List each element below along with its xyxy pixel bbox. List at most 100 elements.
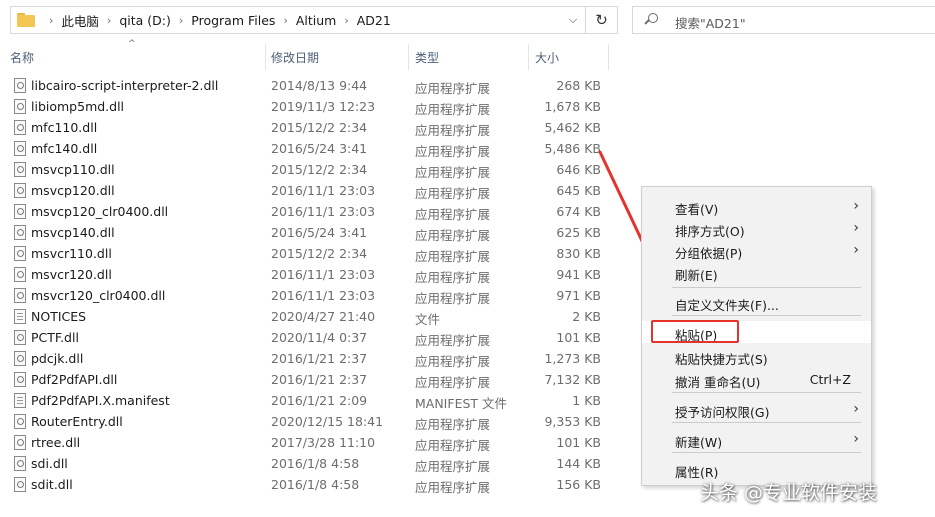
menu-item-label: 授予访问权限(G) (675, 405, 770, 420)
file-type: 应用程序扩展 (415, 165, 491, 180)
menu-item-customize-folder[interactable]: 自定义文件夹(F)... (642, 291, 871, 313)
file-date: 2016/1/21 2:09 (271, 393, 368, 408)
file-row[interactable]: mfc140.dll 2016/5/24 3:41 应用程序扩展 5,486 KB (0, 138, 620, 159)
file-size: 830 KB (556, 246, 601, 261)
menu-item-undo-rename[interactable]: 撤消 重命名(U) Ctrl+Z (642, 368, 871, 390)
file-size: 674 KB (556, 204, 601, 219)
menu-item-paste-shortcut[interactable]: 粘贴快捷方式(S) (642, 345, 871, 367)
file-type: 应用程序扩展 (415, 333, 491, 348)
menu-item-new[interactable]: 新建(W) › (642, 428, 871, 450)
file-type: 应用程序扩展 (415, 438, 491, 453)
menu-item-give-access[interactable]: 授予访问权限(G) › (642, 398, 871, 420)
chevron-right-icon[interactable]: › (49, 14, 53, 27)
file-date: 2015/12/2 2:34 (271, 120, 368, 135)
file-size: 625 KB (556, 225, 601, 240)
file-row[interactable]: msvcr120.dll 2016/11/1 23:03 应用程序扩展 941 KB (0, 264, 620, 285)
file-row[interactable]: PCTF.dll 2020/11/4 0:37 应用程序扩展 101 KB (0, 327, 620, 348)
paste-highlight-box (651, 320, 739, 343)
watermark: 头条 @专业软件安装 (700, 482, 878, 504)
file-type: 应用程序扩展 (415, 375, 491, 390)
chevron-right-icon[interactable]: › (179, 14, 183, 27)
dll-file-icon (14, 204, 26, 219)
file-date: 2016/11/1 23:03 (271, 267, 376, 282)
dll-file-icon (14, 330, 26, 345)
chevron-right-icon[interactable]: › (107, 14, 111, 27)
chevron-right-icon[interactable]: › (283, 14, 287, 27)
breadcrumb-program-files[interactable]: Program Files (191, 13, 275, 28)
breadcrumb-this-pc[interactable]: 此电脑 (61, 11, 99, 30)
file-type: 应用程序扩展 (415, 354, 491, 369)
file-type: 应用程序扩展 (415, 123, 491, 138)
file-type: 应用程序扩展 (415, 291, 491, 306)
folder-icon (17, 13, 35, 27)
file-size: 5,486 KB (544, 141, 601, 156)
chevron-right-icon[interactable]: › (344, 14, 348, 27)
file-row[interactable]: msvcp120.dll 2016/11/1 23:03 应用程序扩展 645 KB (0, 180, 620, 201)
file-row[interactable]: NOTICES 2020/4/27 21:40 文件 2 KB (0, 306, 620, 327)
address-bar[interactable]: › 此电脑 › qita (D:) › Program Files › Alti… (10, 6, 618, 34)
dll-file-icon (14, 267, 26, 282)
file-row[interactable]: Pdf2PdfAPI.X.manifest 2016/1/21 2:09 MANIF… (0, 390, 620, 411)
menu-item-group-by[interactable]: 分组依据(P) › (642, 239, 871, 261)
file-type: 应用程序扩展 (415, 249, 491, 264)
chevron-right-icon: › (853, 431, 859, 447)
search-input[interactable]: 搜索"AD21" (632, 6, 935, 34)
file-size: 268 KB (556, 78, 601, 93)
dll-file-icon (14, 162, 26, 177)
file-row[interactable]: mfc110.dll 2015/12/2 2:34 应用程序扩展 5,462 KB (0, 117, 620, 138)
dll-file-icon (14, 99, 26, 114)
file-row[interactable]: msvcp110.dll 2015/12/2 2:34 应用程序扩展 646 KB (0, 159, 620, 180)
breadcrumb-ad21[interactable]: AD21 (357, 13, 391, 28)
file-name: RouterEntry.dll (31, 414, 123, 429)
breadcrumb: › 此电脑 › qita (D:) › Program Files › Alti… (41, 7, 391, 33)
menu-item-view[interactable]: 查看(V) › (642, 195, 871, 217)
breadcrumb-drive[interactable]: qita (D:) (119, 13, 171, 28)
file-type: 应用程序扩展 (415, 81, 491, 96)
search-icon (644, 13, 659, 27)
file-name: msvcp110.dll (31, 162, 115, 177)
refresh-icon[interactable]: ↻ (585, 7, 617, 33)
menu-item-label: 粘贴快捷方式(S) (675, 352, 768, 367)
file-date: 2016/1/8 4:58 (271, 456, 360, 471)
file-name: sdi.dll (31, 456, 68, 471)
breadcrumb-altium[interactable]: Altium (296, 13, 337, 28)
file-row[interactable]: rtree.dll 2017/3/28 11:10 应用程序扩展 101 KB (0, 432, 620, 453)
menu-item-label: 撤消 重命名(U) (675, 375, 761, 390)
file-row[interactable]: libiomp5md.dll 2019/11/3 12:23 应用程序扩展 1,678… (0, 96, 620, 117)
file-date: 2020/4/27 21:40 (271, 309, 376, 324)
menu-item-sort-by[interactable]: 排序方式(O) › (642, 217, 871, 239)
file-row[interactable]: Pdf2PdfAPI.dll 2016/1/21 2:37 应用程序扩展 7,132 … (0, 369, 620, 390)
file-row[interactable]: sdi.dll 2016/1/8 4:58 应用程序扩展 144 KB (0, 453, 620, 474)
file-row[interactable]: libcairo-script-interpreter-2.dll 2014/8/… (0, 75, 620, 96)
chevron-down-icon[interactable]: ⌵ (565, 12, 581, 28)
dll-file-icon (14, 456, 26, 471)
file-icon (14, 393, 26, 408)
dll-file-icon (14, 78, 26, 93)
file-name: msvcr110.dll (31, 246, 112, 261)
search-placeholder: 搜索"AD21" (675, 16, 746, 31)
dll-file-icon (14, 477, 26, 492)
menu-item-properties[interactable]: 属性(R) (642, 458, 871, 480)
file-size: 9,353 KB (544, 414, 601, 429)
file-date: 2016/11/1 23:03 (271, 183, 376, 198)
file-name: pdcjk.dll (31, 351, 84, 366)
file-name: sdit.dll (31, 477, 73, 492)
file-row[interactable]: msvcp120_clr0400.dll 2016/11/1 23:03 应用程序扩… (0, 201, 620, 222)
chevron-right-icon: › (853, 242, 859, 258)
file-row[interactable]: msvcp140.dll 2016/5/24 3:41 应用程序扩展 625 KB (0, 222, 620, 243)
file-type: 应用程序扩展 (415, 207, 491, 222)
file-row[interactable]: pdcjk.dll 2016/1/21 2:37 应用程序扩展 1,273 KB (0, 348, 620, 369)
file-name: msvcr120_clr0400.dll (31, 288, 166, 303)
file-row[interactable]: msvcr110.dll 2015/12/2 2:34 应用程序扩展 830 KB (0, 243, 620, 264)
file-type: 文件 (415, 312, 441, 327)
file-row[interactable]: sdit.dll 2016/1/8 4:58 应用程序扩展 156 KB (0, 474, 620, 495)
file-date: 2016/5/24 3:41 (271, 141, 368, 156)
menu-item-refresh[interactable]: 刷新(E) (642, 261, 871, 283)
menu-item-label: 查看(V) (675, 202, 719, 217)
file-size: 645 KB (556, 183, 601, 198)
file-date: 2016/11/1 23:03 (271, 288, 376, 303)
file-date: 2014/8/13 9:44 (271, 78, 368, 93)
file-row[interactable]: msvcr120_clr0400.dll 2016/11/1 23:03 应用程序扩… (0, 285, 620, 306)
file-row[interactable]: RouterEntry.dll 2020/12/15 18:41 应用程序扩展 9,3… (0, 411, 620, 432)
menu-item-label: 自定义文件夹(F)... (675, 298, 779, 313)
